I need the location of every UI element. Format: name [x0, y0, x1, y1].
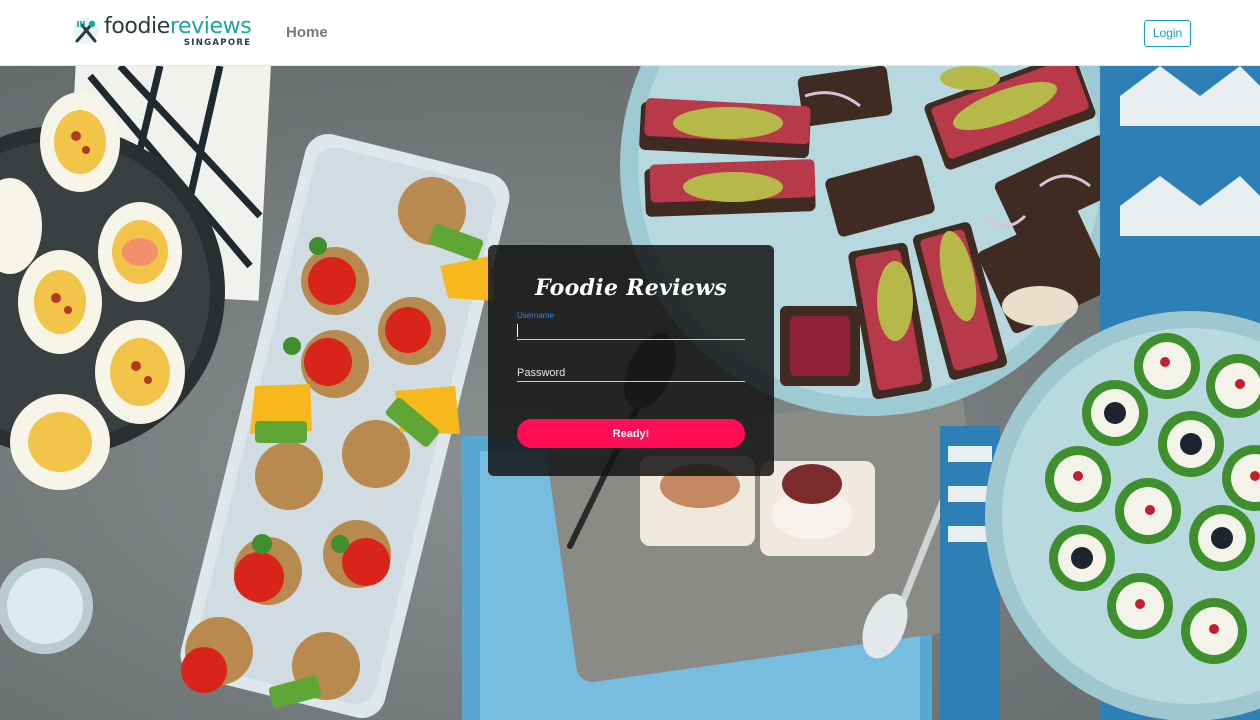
login-card-title: Foodie Reviews	[534, 275, 728, 301]
navbar: foodiereviews SINGAPORE Home Login	[0, 0, 1260, 66]
ready-submit-button[interactable]: Ready!	[517, 419, 745, 448]
brand-logo[interactable]: foodiereviews SINGAPORE	[70, 14, 252, 51]
brand-word-reviews: reviews	[169, 14, 252, 39]
login-card: Foodie Reviews Username Ready!	[488, 245, 774, 476]
fork-knife-icon	[73, 18, 99, 44]
username-input[interactable]	[517, 322, 745, 340]
nav-home-link[interactable]: Home	[286, 24, 328, 41]
brand-subtitle: SINGAPORE	[183, 38, 252, 48]
brand-wordmark: foodiereviews SINGAPORE	[104, 14, 252, 49]
brand-word-foodie: foodie	[104, 14, 170, 39]
password-input[interactable]	[517, 364, 745, 382]
login-button[interactable]: Login	[1144, 20, 1191, 47]
username-label: Username	[517, 311, 554, 320]
text-cursor	[517, 324, 518, 337]
